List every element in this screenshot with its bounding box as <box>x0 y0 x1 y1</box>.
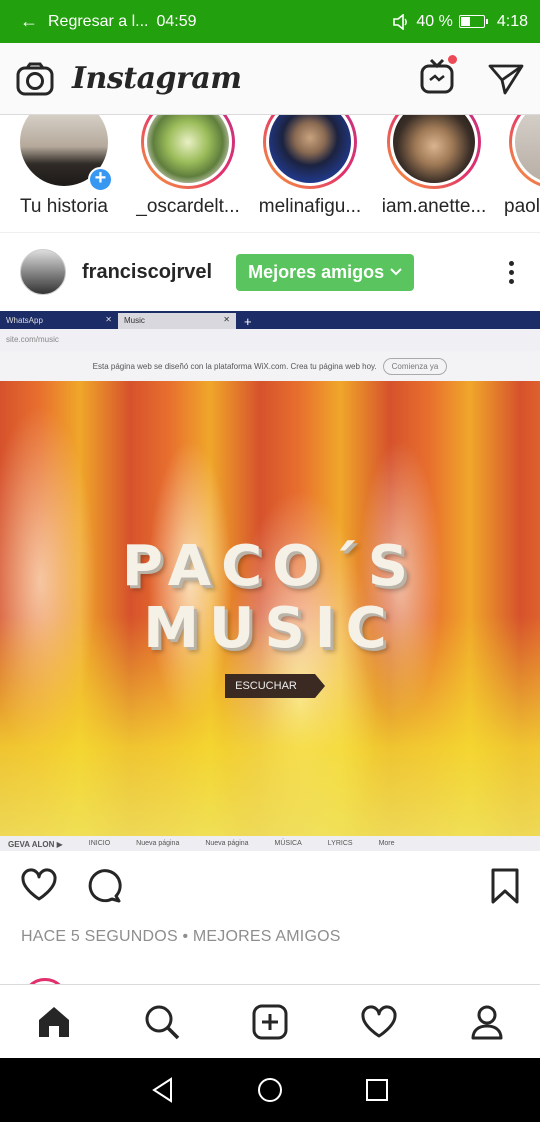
call-duration: 04:59 <box>156 12 197 30</box>
bookmark-icon[interactable] <box>490 868 520 904</box>
wix-start-button: Comienza ya <box>382 357 448 375</box>
search-icon[interactable] <box>144 1004 180 1040</box>
post-image[interactable]: WhatsApp ✕ Music ✕ + site.com/music Esta p… <box>0 311 540 851</box>
home-icon[interactable] <box>36 1005 72 1039</box>
battery-icon <box>458 15 488 28</box>
story-item[interactable]: melinafigu... <box>250 115 370 218</box>
direct-message-icon[interactable] <box>488 63 524 95</box>
hero-title-line: MUSIC <box>143 596 397 661</box>
camera-icon[interactable] <box>16 62 54 96</box>
post-timestamp: HACE 5 SEGUNDOS • MEJORES AMIGOS <box>21 928 341 945</box>
add-post-icon[interactable] <box>252 1004 288 1040</box>
site-nav: GEVA ALON ▶ INICIO Nueva página Nueva pá… <box>0 836 540 851</box>
igtv-button[interactable] <box>420 54 458 99</box>
app-header: Instagram <box>0 43 540 115</box>
stories-tray: + Tu historia _oscardelt... melinafigu..… <box>0 115 540 233</box>
listen-button: ESCUCHAR <box>225 674 325 698</box>
post-header: franciscojrvel Mejores amigos <box>0 233 540 311</box>
story-own[interactable]: + Tu historia <box>4 115 124 218</box>
story-label: paol <box>504 196 540 217</box>
battery-percent: 40 % <box>416 12 453 30</box>
post-actions <box>0 851 540 921</box>
like-heart-icon[interactable] <box>20 868 58 902</box>
profile-icon[interactable] <box>470 1004 504 1040</box>
post-username[interactable]: franciscojrvel <box>82 261 212 284</box>
status-bar: ← Regresar a l... 04:59 40 % 4:18 <box>0 0 540 43</box>
story-label: melinafigu... <box>258 196 362 217</box>
story-item[interactable]: iam.anette... <box>374 115 494 218</box>
browser-address-bar: site.com/music <box>0 329 540 351</box>
add-story-icon[interactable]: + <box>88 167 113 192</box>
return-to-call-label[interactable]: Regresar a l... <box>48 13 148 31</box>
story-item[interactable]: paol <box>496 115 540 218</box>
best-friends-label: Mejores amigos <box>248 261 385 282</box>
best-friends-badge[interactable]: Mejores amigos <box>236 253 415 291</box>
avatar <box>515 115 540 183</box>
more-options-icon[interactable] <box>509 260 514 284</box>
site-nav-item: Nueva página <box>136 840 180 847</box>
home-circle-icon[interactable] <box>257 1077 283 1103</box>
site-nav-item: INICIO <box>88 840 111 847</box>
story-item[interactable]: _oscardelt... <box>128 115 248 218</box>
avatar <box>393 115 475 183</box>
recents-square-icon[interactable] <box>365 1078 389 1102</box>
story-label: Tu historia <box>20 196 108 217</box>
site-nav-item: Nueva página <box>205 840 249 847</box>
back-triangle-icon[interactable] <box>151 1077 175 1103</box>
new-tab-icon: + <box>244 314 252 329</box>
notification-dot <box>447 54 458 65</box>
post-author-avatar[interactable] <box>20 249 66 295</box>
activity-heart-icon[interactable] <box>360 1004 398 1039</box>
instagram-logo: Instagram <box>72 61 242 96</box>
android-nav-bar <box>0 1058 540 1122</box>
volume-icon <box>393 13 408 30</box>
avatar <box>269 115 351 183</box>
wix-banner: Esta página web se diseñó con la platafo… <box>0 351 540 381</box>
comment-icon[interactable] <box>86 868 122 904</box>
site-nav-item: More <box>378 840 395 847</box>
bottom-nav <box>0 984 540 1058</box>
avatar <box>147 115 229 183</box>
site-nav-item: GEVA ALON ▶ <box>8 840 63 849</box>
browser-tab: Music ✕ <box>118 313 236 329</box>
site-hero: PACO´S MUSIC ESCUCHAR <box>0 536 540 698</box>
site-nav-item: LYRICS <box>327 840 353 847</box>
browser-tab: WhatsApp ✕ <box>6 315 112 325</box>
story-label: iam.anette... <box>381 196 487 217</box>
back-arrow-icon[interactable]: ← <box>20 11 42 32</box>
browser-tab-bar: WhatsApp ✕ Music ✕ + <box>0 311 540 329</box>
story-label: _oscardelt... <box>136 196 240 217</box>
site-nav-item: MÚSICA <box>274 840 302 847</box>
hero-title-line: PACO´S <box>121 534 419 599</box>
wix-notice: Esta página web se diseñó con la platafo… <box>92 361 377 371</box>
chevron-down-icon <box>390 268 402 276</box>
clock: 4:18 <box>496 12 528 30</box>
